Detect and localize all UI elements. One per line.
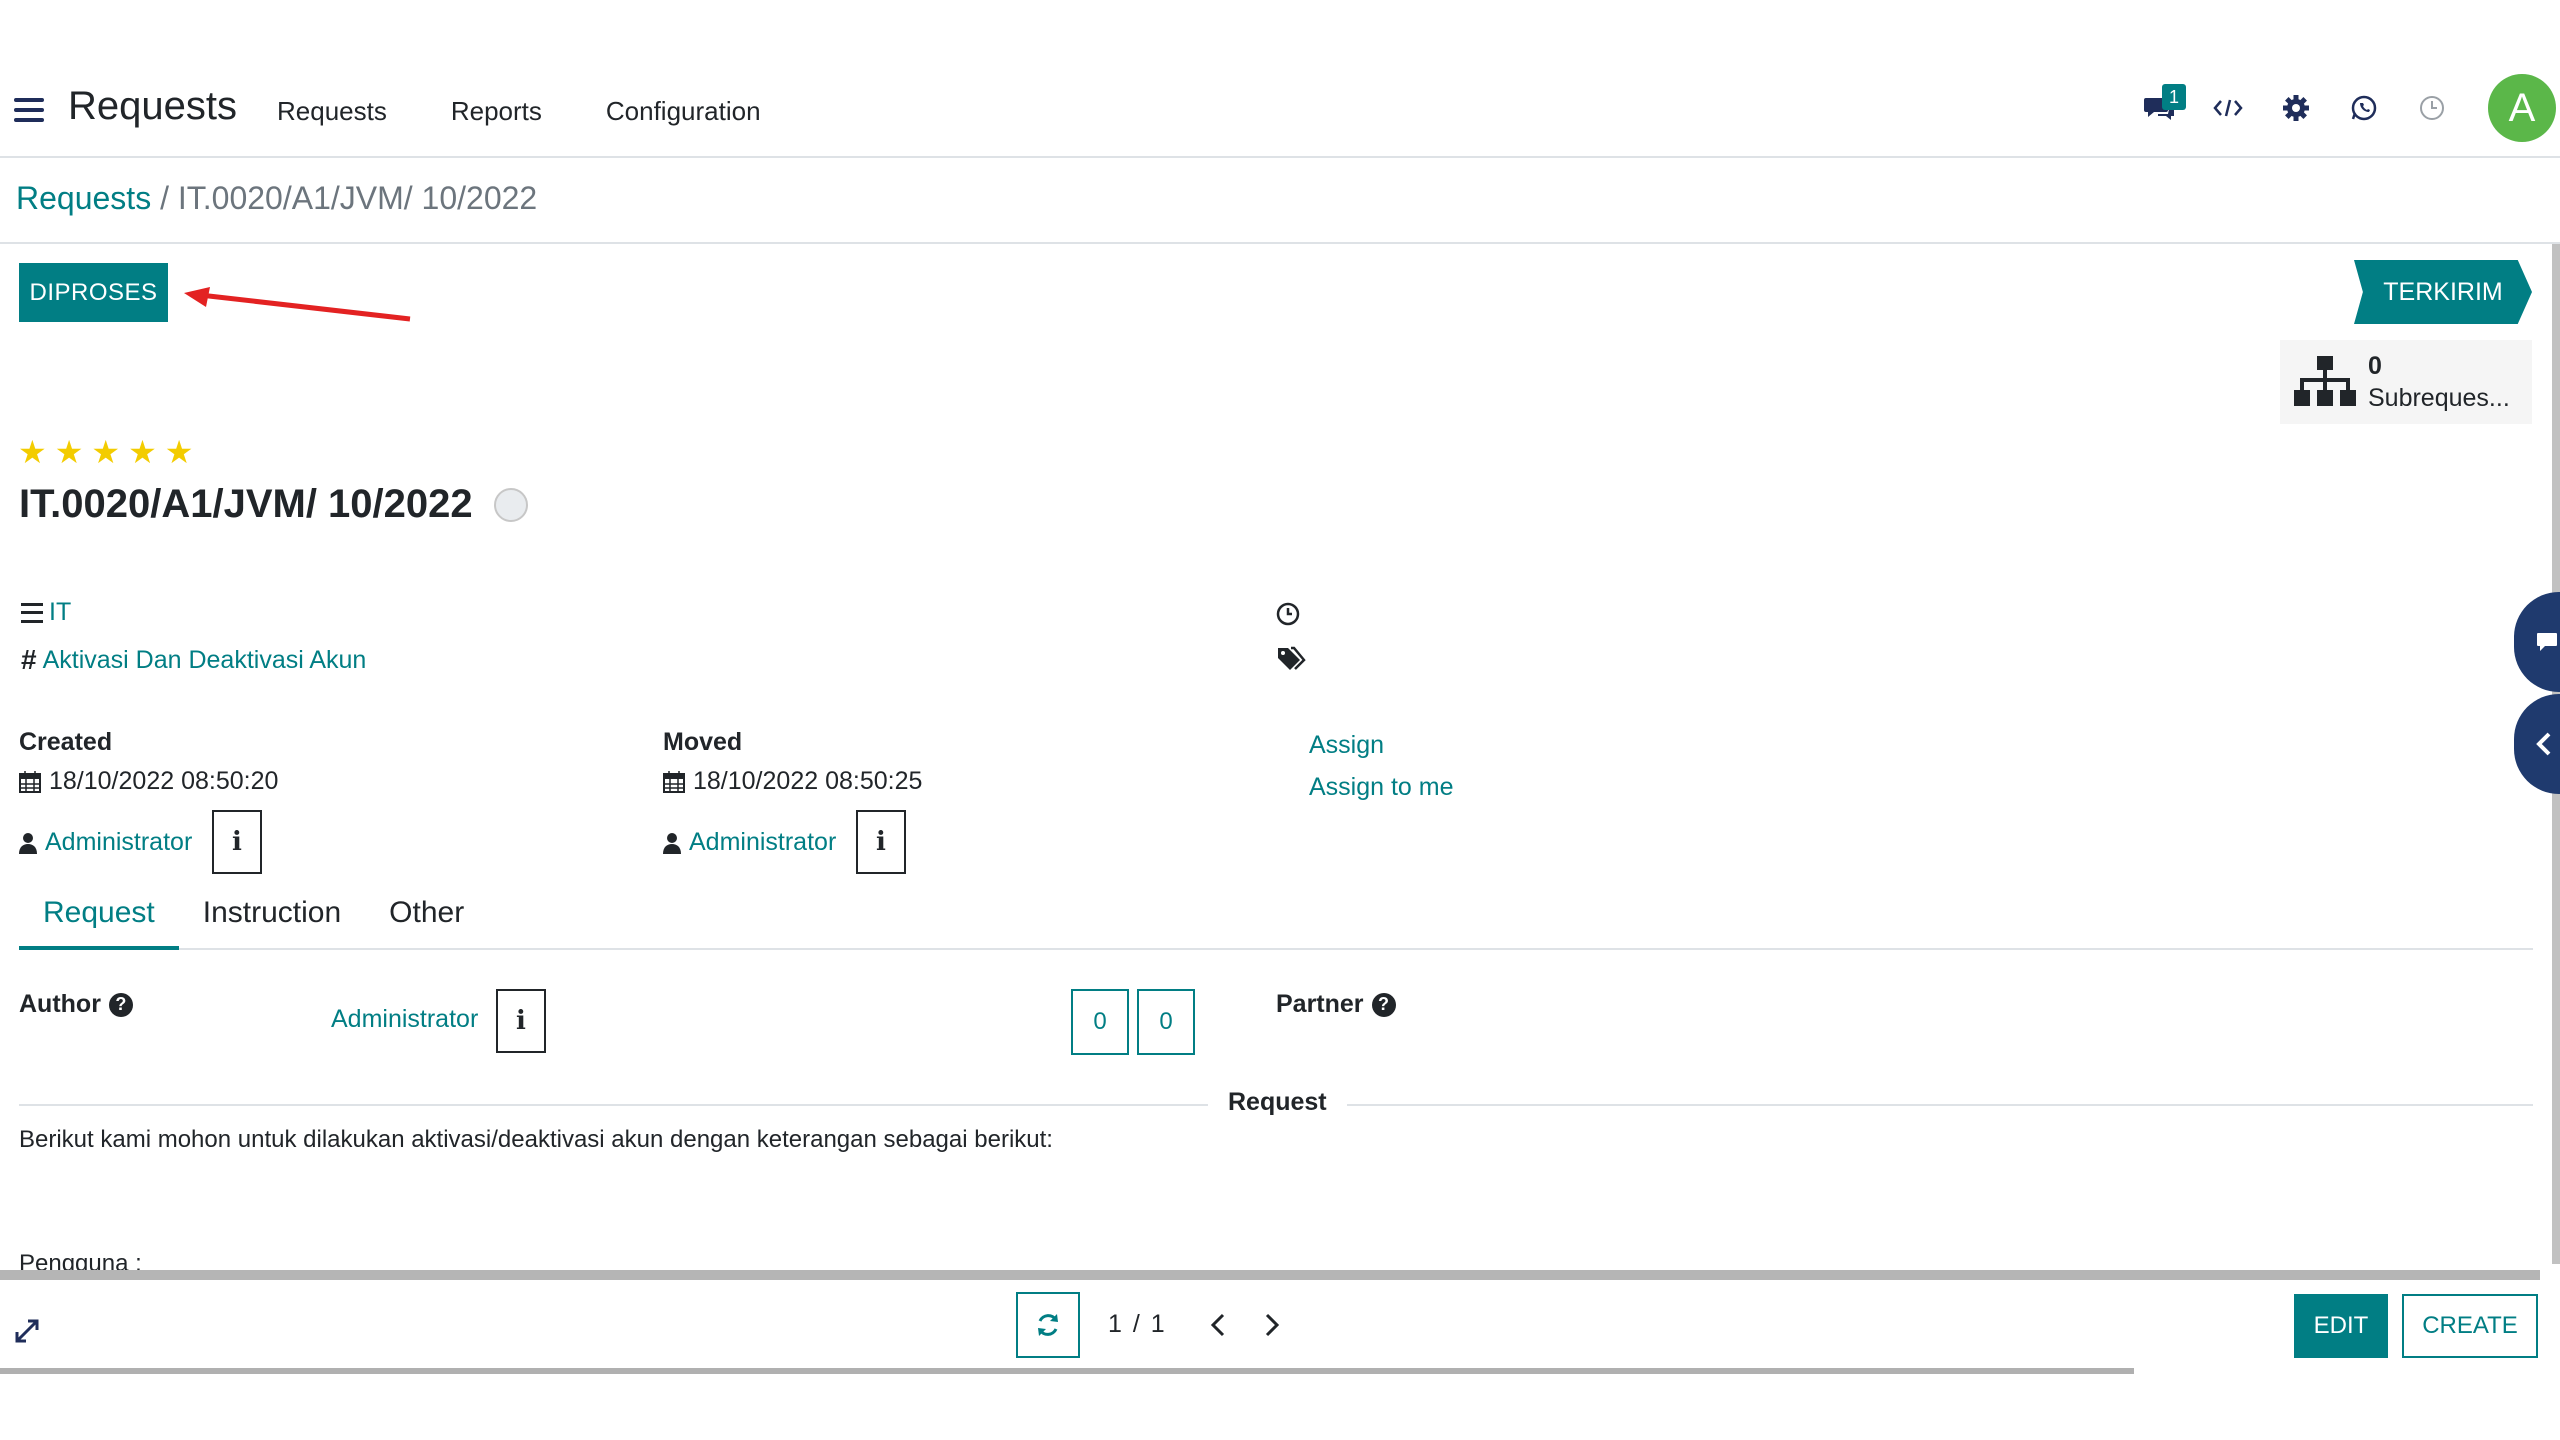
stage-terkirim[interactable]: TERKIRIM bbox=[2354, 260, 2532, 324]
request-type-link[interactable]: Aktivasi Dan Deaktivasi Akun bbox=[43, 646, 367, 675]
counter-button-1[interactable]: 0 bbox=[1071, 989, 1129, 1055]
author-info-button[interactable]: i bbox=[496, 989, 546, 1053]
help-icon[interactable]: ? bbox=[108, 992, 133, 1017]
created-user-link[interactable]: Administrator bbox=[45, 828, 192, 857]
menu-toggle-icon[interactable] bbox=[14, 98, 44, 122]
partner-label: Partner ? bbox=[1276, 990, 1396, 1019]
moved-label: Moved bbox=[663, 728, 743, 756]
subrequests-smart-button[interactable]: 0 Subreques... bbox=[2280, 340, 2532, 424]
diproses-button[interactable]: DIPROSES bbox=[19, 263, 168, 322]
expand-icon[interactable] bbox=[14, 1318, 40, 1344]
pager-next-icon[interactable] bbox=[1262, 1312, 1282, 1338]
star-icon[interactable]: ★ bbox=[91, 436, 120, 468]
create-button[interactable]: CREATE bbox=[2402, 1294, 2538, 1358]
chatter-toggle-button[interactable] bbox=[2514, 592, 2560, 692]
star-icon[interactable]: ★ bbox=[165, 436, 194, 468]
priority-stars[interactable]: ★ ★ ★ ★ ★ bbox=[18, 436, 193, 468]
tab-request[interactable]: Request bbox=[19, 884, 179, 950]
top-navbar: Requests Requests Reports Configuration … bbox=[0, 58, 2560, 158]
chat-badge: 1 bbox=[2162, 84, 2186, 110]
category-link[interactable]: IT bbox=[49, 598, 71, 627]
menu-item-requests[interactable]: Requests bbox=[277, 96, 387, 127]
user-icon bbox=[663, 832, 681, 854]
whatsapp-icon[interactable] bbox=[2330, 58, 2398, 158]
request-section-title: Request bbox=[1208, 1088, 1347, 1117]
pager-previous-icon[interactable] bbox=[1208, 1312, 1228, 1338]
request-description-line-1: Berikut kami mohon untuk dilakukan aktiv… bbox=[19, 1126, 1053, 1153]
type-row: # Aktivasi Dan Deaktivasi Akun bbox=[21, 644, 366, 676]
debug-code-icon[interactable] bbox=[2194, 58, 2262, 158]
tab-instruction[interactable]: Instruction bbox=[179, 884, 365, 950]
side-panel-toggle-button[interactable] bbox=[2514, 694, 2560, 794]
assign-link[interactable]: Assign bbox=[1309, 731, 1384, 760]
notebook-tabs: Request Instruction Other bbox=[19, 884, 2533, 950]
subrequests-count: 0 bbox=[2368, 352, 2382, 380]
control-panel-divider bbox=[0, 242, 2560, 244]
app-title: Requests bbox=[68, 84, 237, 128]
menu-item-configuration[interactable]: Configuration bbox=[606, 96, 761, 127]
hashtag-icon: # bbox=[21, 644, 37, 675]
subrequests-label: Subreques... bbox=[2368, 384, 2510, 412]
list-icon bbox=[21, 602, 43, 623]
user-icon bbox=[19, 832, 37, 854]
breadcrumb-separator: / bbox=[151, 180, 178, 216]
clock-icon bbox=[1276, 602, 1300, 626]
created-user-info-button[interactable]: i bbox=[212, 810, 262, 874]
created-label: Created bbox=[19, 728, 113, 756]
counter-button-2[interactable]: 0 bbox=[1137, 989, 1195, 1055]
horizontal-scrollbar[interactable] bbox=[0, 1270, 2540, 1280]
moved-user: Administrator bbox=[663, 828, 836, 857]
assign-to-me-link[interactable]: Assign to me bbox=[1309, 773, 1454, 802]
created-user: Administrator bbox=[19, 828, 192, 857]
breadcrumb: Requests / IT.0020/A1/JVM/ 10/2022 bbox=[16, 180, 537, 217]
created-datetime: 18/10/2022 08:50:20 bbox=[19, 767, 278, 796]
star-icon[interactable]: ★ bbox=[18, 436, 47, 468]
calendar-icon bbox=[19, 770, 41, 793]
calendar-icon bbox=[663, 770, 685, 793]
sitemap-icon bbox=[2294, 356, 2356, 406]
chevron-left-icon bbox=[2536, 732, 2551, 756]
author-link[interactable]: Administrator bbox=[331, 1005, 478, 1034]
tags-icon bbox=[1278, 646, 1306, 670]
gear-icon[interactable] bbox=[2262, 58, 2330, 158]
tab-other[interactable]: Other bbox=[365, 884, 488, 950]
edit-button[interactable]: EDIT bbox=[2294, 1294, 2388, 1358]
moved-user-info-button[interactable]: i bbox=[856, 810, 906, 874]
bottom-scrollbar[interactable] bbox=[0, 1368, 2134, 1374]
category-row: IT bbox=[21, 598, 71, 627]
author-field: Administrator bbox=[331, 1005, 478, 1034]
kanban-state-icon[interactable] bbox=[494, 488, 528, 522]
menu-item-reports[interactable]: Reports bbox=[451, 96, 542, 127]
star-icon[interactable]: ★ bbox=[55, 436, 84, 468]
annotation-arrow-icon bbox=[184, 287, 411, 322]
star-icon[interactable]: ★ bbox=[128, 436, 157, 468]
moved-user-link[interactable]: Administrator bbox=[689, 828, 836, 857]
breadcrumb-current: IT.0020/A1/JVM/ 10/2022 bbox=[177, 180, 538, 216]
clock-icon[interactable] bbox=[2398, 58, 2466, 158]
record-title: IT.0020/A1/JVM/ 10/2022 bbox=[19, 482, 473, 526]
user-avatar[interactable]: A bbox=[2488, 74, 2556, 142]
breadcrumb-parent[interactable]: Requests bbox=[16, 180, 151, 216]
refresh-icon bbox=[1038, 1314, 1058, 1336]
pager-value[interactable]: 1 / 1 bbox=[1108, 1310, 1167, 1339]
moved-datetime: 18/10/2022 08:50:25 bbox=[663, 767, 922, 796]
main-menu: Requests Reports Configuration bbox=[277, 96, 825, 127]
author-label: Author ? bbox=[19, 990, 133, 1019]
chat-bubble-icon bbox=[2537, 633, 2557, 651]
systray: 1 A bbox=[2126, 58, 2560, 158]
help-icon[interactable]: ? bbox=[1371, 992, 1396, 1017]
chat-icon[interactable]: 1 bbox=[2126, 58, 2194, 158]
refresh-button[interactable] bbox=[1016, 1292, 1080, 1358]
